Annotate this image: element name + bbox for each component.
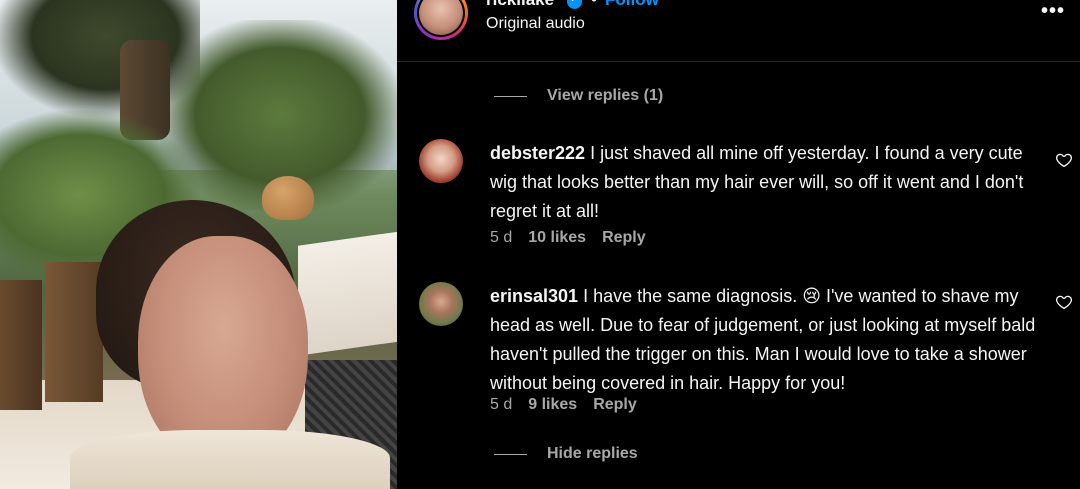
commenter-avatar[interactable] xyxy=(419,139,463,183)
comment-age: 5 d xyxy=(490,396,513,413)
video-palm-leaves xyxy=(0,0,200,120)
comment-likes[interactable]: 9 likes xyxy=(528,396,577,414)
comment-likes[interactable]: 10 likes xyxy=(528,229,586,247)
original-audio-link[interactable]: Original audio xyxy=(486,15,585,33)
video-person-shirt xyxy=(70,430,390,489)
comment-age: 5 d xyxy=(490,229,513,246)
video-table xyxy=(298,230,397,356)
reply-button[interactable]: Reply xyxy=(602,229,646,247)
video-plant-pot xyxy=(262,176,314,220)
comments-panel: rickilake • Follow Original audio ••• Vi… xyxy=(397,0,1080,489)
reel-video[interactable] xyxy=(0,0,397,489)
verified-badge-icon xyxy=(567,0,582,9)
like-heart-icon[interactable] xyxy=(1055,151,1073,169)
author-avatar[interactable] xyxy=(414,0,468,40)
comment-meta: 5 d 9 likes Reply xyxy=(490,396,653,414)
video-wood-post xyxy=(0,280,42,410)
more-options-icon[interactable]: ••• xyxy=(1041,0,1065,23)
separator-dot: • xyxy=(591,0,597,10)
commenter-avatar[interactable] xyxy=(419,282,463,326)
comment-body: erinsal301 I have the same diagnosis. 😢 … xyxy=(490,282,1050,398)
video-wood-post xyxy=(45,262,103,402)
commenter-username[interactable]: erinsal301 xyxy=(490,286,578,306)
reply-button[interactable]: Reply xyxy=(593,396,637,414)
comment-body: debster222 I just shaved all mine off ye… xyxy=(490,139,1050,226)
view-replies-label: View replies (1) xyxy=(547,87,664,104)
hide-replies-label: Hide replies xyxy=(547,445,638,462)
comment-meta: 5 d 10 likes Reply xyxy=(490,229,662,247)
view-replies-button[interactable]: View replies (1) xyxy=(494,86,663,106)
commenter-username[interactable]: debster222 xyxy=(490,143,585,163)
author-username[interactable]: rickilake xyxy=(486,0,554,10)
reply-divider-line xyxy=(494,95,527,97)
reply-divider-line xyxy=(494,453,527,455)
hide-replies-button[interactable]: Hide replies xyxy=(494,444,638,464)
follow-button[interactable]: Follow xyxy=(605,0,659,10)
post-header: rickilake • Follow Original audio ••• xyxy=(397,0,1080,62)
like-heart-icon[interactable] xyxy=(1055,293,1073,311)
